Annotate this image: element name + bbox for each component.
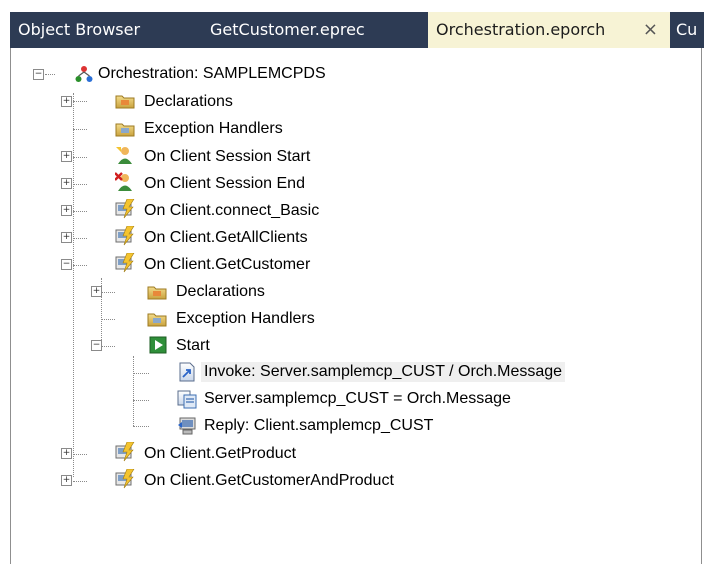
session-end-icon xyxy=(114,172,133,191)
collapse-toggle[interactable]: − xyxy=(33,69,44,80)
collapse-toggle[interactable]: − xyxy=(91,340,102,351)
expand-toggle[interactable]: + xyxy=(61,178,72,189)
tree-item-reply[interactable]: Reply: Client.samplemcp_CUST xyxy=(201,416,436,436)
tab-label: Object Browser xyxy=(18,20,141,39)
expand-toggle[interactable]: + xyxy=(61,475,72,486)
tree-item-getallclients[interactable]: On Client.GetAllClients xyxy=(141,228,311,248)
tab-orchestration-eporch[interactable]: Orchestration.eporch × xyxy=(428,12,670,48)
collapse-toggle[interactable]: − xyxy=(61,259,72,270)
tree-item-declarations-child[interactable]: Declarations xyxy=(173,282,268,302)
event-handler-icon xyxy=(115,468,135,489)
tree-item-declarations[interactable]: Declarations xyxy=(141,92,236,112)
event-handler-icon xyxy=(115,441,135,462)
tree-item-session-start[interactable]: On Client Session Start xyxy=(141,147,313,167)
tab-object-browser[interactable]: Object Browser xyxy=(10,12,206,48)
declarations-folder-icon xyxy=(147,283,167,301)
event-handler-icon xyxy=(115,198,135,219)
tab-cu[interactable]: Cu xyxy=(668,12,704,48)
close-icon[interactable]: × xyxy=(643,12,658,48)
assign-icon xyxy=(177,389,197,409)
tree-item-getcustomerandproduct[interactable]: On Client.GetCustomerAndProduct xyxy=(141,471,397,491)
declarations-folder-icon xyxy=(115,92,135,110)
tree-root-label[interactable]: Orchestration: SAMPLEMCPDS xyxy=(95,64,329,84)
tree-item-assign[interactable]: Server.samplemcp_CUST = Orch.Message xyxy=(201,389,514,409)
expand-toggle[interactable]: + xyxy=(91,286,102,297)
tab-bar: Object Browser GetCustomer.eprec Orchest… xyxy=(10,12,704,48)
tab-label: Orchestration.eporch xyxy=(436,20,606,39)
tree-item-session-end[interactable]: On Client Session End xyxy=(141,174,308,194)
reply-icon xyxy=(177,416,196,435)
tree-item-exception-handlers[interactable]: Exception Handlers xyxy=(141,119,286,139)
tree-item-connect-basic[interactable]: On Client.connect_Basic xyxy=(141,201,322,221)
expand-toggle[interactable]: + xyxy=(61,232,72,243)
session-start-icon xyxy=(115,145,133,164)
orchestration-icon xyxy=(75,65,93,83)
tree-item-start[interactable]: Start xyxy=(173,336,213,356)
tab-getcustomer-eprec[interactable]: GetCustomer.eprec xyxy=(202,12,428,48)
exception-folder-icon xyxy=(147,310,167,328)
tree-item-exception-handlers-child[interactable]: Exception Handlers xyxy=(173,309,318,329)
expand-toggle[interactable]: + xyxy=(61,448,72,459)
tab-label: Cu xyxy=(676,20,698,39)
start-icon xyxy=(149,336,167,354)
tab-label: GetCustomer.eprec xyxy=(210,20,365,39)
expand-toggle[interactable]: + xyxy=(61,151,72,162)
invoke-icon xyxy=(177,362,195,382)
event-handler-icon xyxy=(115,252,135,273)
tree-item-getproduct[interactable]: On Client.GetProduct xyxy=(141,444,299,464)
expand-toggle[interactable]: + xyxy=(61,205,72,216)
event-handler-icon xyxy=(115,225,135,246)
expand-toggle[interactable]: + xyxy=(61,96,72,107)
tree-item-invoke[interactable]: Invoke: Server.samplemcp_CUST / Orch.Mes… xyxy=(201,362,566,382)
tree-item-getcustomer[interactable]: On Client.GetCustomer xyxy=(141,255,313,275)
exception-folder-icon xyxy=(115,120,135,138)
orchestration-tree-panel: − Orchestration: SAMPLEMCPDS + Declarati… xyxy=(10,48,702,564)
